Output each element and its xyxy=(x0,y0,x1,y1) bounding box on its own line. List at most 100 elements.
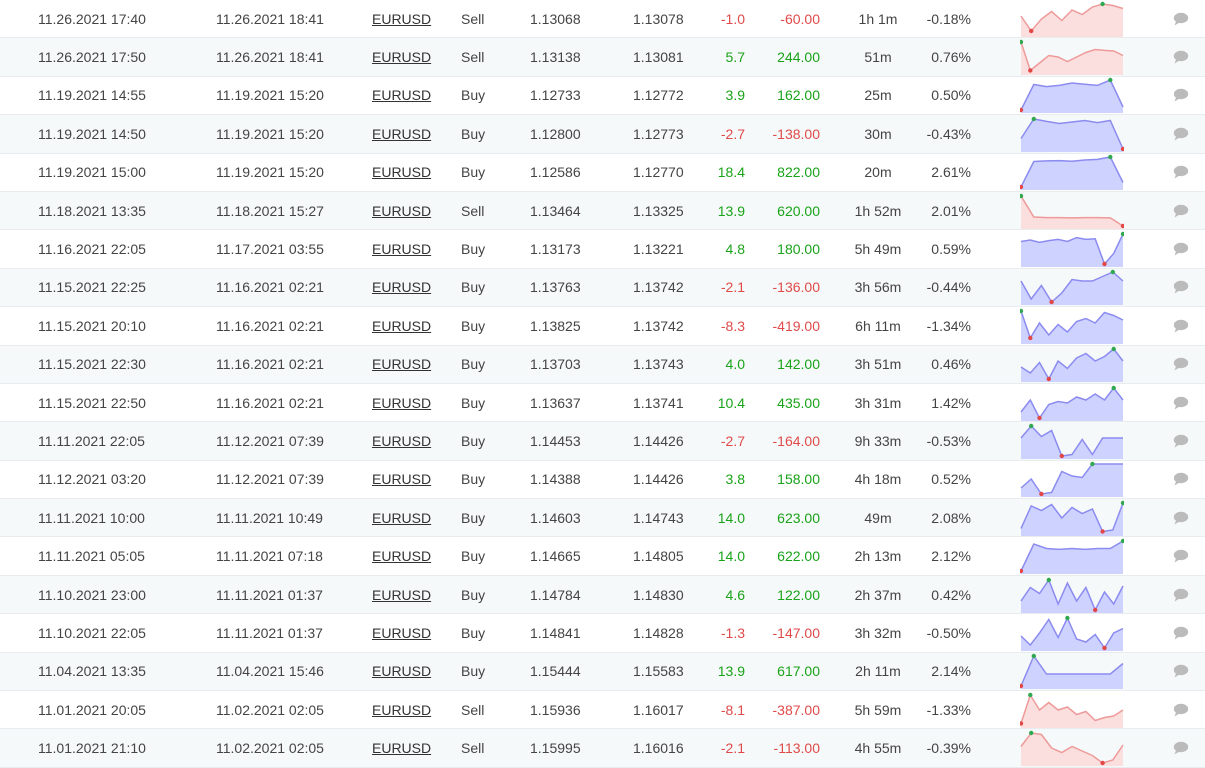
trade-sparkline xyxy=(1020,269,1124,306)
gain-percent: -1.34% xyxy=(926,317,971,334)
sparkline-max-dot xyxy=(1108,155,1113,160)
sparkline-min-dot xyxy=(1102,645,1107,651)
gain-percent: 2.14% xyxy=(931,663,971,680)
sparkline-area xyxy=(1021,387,1123,421)
open-price: 1.13825 xyxy=(530,317,581,334)
symbol-link[interactable]: EURUSD xyxy=(372,192,431,229)
speech-bubble-icon[interactable] xyxy=(1172,576,1190,613)
symbol-link[interactable]: EURUSD xyxy=(372,0,431,37)
sparkline-chart xyxy=(1020,615,1124,651)
trade-sparkline xyxy=(1020,384,1124,421)
open-price: 1.15936 xyxy=(530,701,581,718)
gain-percent: 0.59% xyxy=(931,241,971,258)
gain-percent: -0.44% xyxy=(926,279,971,296)
speech-bubble-icon[interactable] xyxy=(1172,384,1190,421)
symbol-link[interactable]: EURUSD xyxy=(372,422,431,459)
close-price: 1.12773 xyxy=(633,125,684,142)
trade-row: 11.15.2021 22:25 11.16.2021 02:21 EURUSD Bu… xyxy=(0,268,1205,308)
profit-value: 158.00 xyxy=(777,471,820,488)
symbol-link[interactable]: EURUSD xyxy=(372,230,431,267)
sparkline-area xyxy=(1021,118,1123,152)
open-time: 11.15.2021 22:25 xyxy=(38,279,146,296)
trade-sparkline xyxy=(1020,192,1124,229)
open-price: 1.12586 xyxy=(530,164,581,181)
close-time: 11.19.2021 15:20 xyxy=(216,87,324,104)
trade-type: Buy xyxy=(461,356,486,373)
symbol-link[interactable]: EURUSD xyxy=(372,614,431,651)
speech-bubble-icon[interactable] xyxy=(1172,269,1190,306)
sparkline-min-dot xyxy=(1039,492,1044,497)
pips-value: 4.6 xyxy=(725,586,745,603)
speech-bubble-icon[interactable] xyxy=(1172,614,1190,651)
trade-row: 11.10.2021 22:05 11.11.2021 01:37 EURUSD Bu… xyxy=(0,614,1205,653)
speech-bubble-icon[interactable] xyxy=(1172,0,1190,37)
profit-value: -419.00 xyxy=(772,317,820,334)
symbol-link[interactable]: EURUSD xyxy=(372,691,431,728)
trade-row: 11.26.2021 17:50 11.26.2021 18:41 EURUSD Se… xyxy=(0,38,1205,77)
close-price: 1.13325 xyxy=(633,202,684,219)
gain-percent: 0.52% xyxy=(931,471,971,488)
speech-bubble-icon[interactable] xyxy=(1172,38,1190,75)
symbol-link[interactable]: EURUSD xyxy=(372,154,431,191)
sparkline-area xyxy=(1021,617,1123,651)
symbol-link[interactable]: EURUSD xyxy=(372,576,431,613)
symbol-link[interactable]: EURUSD xyxy=(372,77,431,114)
pips-value: -2.1 xyxy=(720,279,745,296)
symbol-link[interactable]: EURUSD xyxy=(372,346,431,383)
sparkline-min-dot xyxy=(1029,28,1034,33)
symbol-link[interactable]: EURUSD xyxy=(372,461,431,498)
sparkline-area xyxy=(1021,272,1123,306)
duration: 25m xyxy=(864,87,892,104)
profit-value: 617.00 xyxy=(777,663,820,680)
speech-bubble-icon[interactable] xyxy=(1172,499,1190,536)
symbol-link[interactable]: EURUSD xyxy=(372,384,431,421)
trade-type: Sell xyxy=(461,202,485,219)
speech-bubble-icon[interactable] xyxy=(1172,729,1190,766)
open-time: 11.19.2021 14:55 xyxy=(38,87,146,104)
speech-bubble-icon[interactable] xyxy=(1172,537,1190,574)
close-price: 1.15583 xyxy=(633,663,684,680)
open-price: 1.13763 xyxy=(530,279,581,296)
open-price: 1.14841 xyxy=(530,624,581,641)
speech-bubble-icon[interactable] xyxy=(1172,307,1190,344)
trade-row: 11.19.2021 14:55 11.19.2021 15:20 EURUSD Bu… xyxy=(0,77,1205,116)
close-price: 1.16016 xyxy=(633,740,684,757)
trade-row: 11.26.2021 17:40 11.26.2021 18:41 EURUSD Se… xyxy=(0,0,1205,39)
symbol-link[interactable]: EURUSD xyxy=(372,537,431,574)
close-time: 11.19.2021 15:20 xyxy=(216,125,324,142)
speech-bubble-icon[interactable] xyxy=(1172,653,1190,690)
symbol-link[interactable]: EURUSD xyxy=(372,269,431,306)
close-price: 1.12772 xyxy=(633,87,684,104)
open-price: 1.12800 xyxy=(530,125,581,142)
gain-percent: 2.08% xyxy=(931,509,971,526)
speech-bubble-icon[interactable] xyxy=(1172,115,1190,152)
pips-value: 3.8 xyxy=(725,471,745,488)
sparkline-chart xyxy=(1020,577,1124,613)
symbol-link[interactable]: EURUSD xyxy=(372,38,431,75)
speech-bubble-icon[interactable] xyxy=(1172,461,1190,498)
speech-bubble-icon[interactable] xyxy=(1172,77,1190,114)
sparkline-min-dot xyxy=(1059,453,1064,459)
trade-type: Buy xyxy=(461,548,486,565)
speech-bubble-icon[interactable] xyxy=(1172,154,1190,191)
speech-bubble-icon[interactable] xyxy=(1172,691,1190,728)
symbol-link[interactable]: EURUSD xyxy=(372,653,431,690)
speech-bubble-icon[interactable] xyxy=(1172,192,1190,229)
symbol-link[interactable]: EURUSD xyxy=(372,729,431,766)
close-price: 1.14426 xyxy=(633,432,684,449)
pips-value: 13.9 xyxy=(717,202,745,219)
profit-value: -147.00 xyxy=(772,624,820,641)
gain-percent: -0.43% xyxy=(926,125,971,142)
speech-bubble-icon[interactable] xyxy=(1172,230,1190,267)
speech-bubble-icon[interactable] xyxy=(1172,346,1190,383)
speech-bubble-icon[interactable] xyxy=(1172,422,1190,459)
trade-sparkline xyxy=(1020,0,1124,37)
profit-value: 122.00 xyxy=(777,586,820,603)
duration: 3h 56m xyxy=(854,279,902,296)
symbol-link[interactable]: EURUSD xyxy=(372,307,431,344)
symbol-link[interactable]: EURUSD xyxy=(372,115,431,152)
open-price: 1.14453 xyxy=(530,432,581,449)
sparkline-chart xyxy=(1020,1,1124,37)
symbol-link[interactable]: EURUSD xyxy=(372,499,431,536)
open-price: 1.13068 xyxy=(530,10,581,27)
